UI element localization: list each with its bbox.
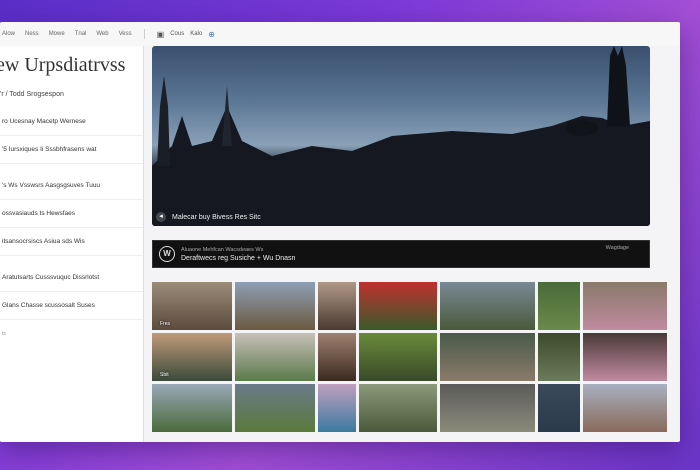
gallery-thumbnail[interactable]: [359, 282, 437, 330]
top-nav-bar: Alow Ness Mowe Tnal Web Vess ▣ Cous Kalo…: [0, 22, 680, 46]
banner-text: Aluaone Mehfcan Wacsdeaes Ws Deraftwecs …: [181, 247, 295, 262]
top-tools: ▣ Cous Kalo ⊕: [157, 30, 215, 39]
main-content: ◂ Malecar buy Bivess Res Sitc W Aluaone …: [152, 46, 667, 442]
gallery-thumbnail[interactable]: Sbit: [152, 333, 232, 381]
app-window: Alow Ness Mowe Tnal Web Vess ▣ Cous Kalo…: [0, 22, 680, 442]
sidebar-item-1[interactable]: ro Ucesnay Macetp Wernese: [0, 108, 143, 136]
back-arrow-icon[interactable]: ◂: [156, 212, 166, 222]
cube-icon[interactable]: ▣: [157, 30, 165, 39]
nav-link-1[interactable]: Alow: [2, 31, 15, 37]
gallery-thumbnail[interactable]: [583, 333, 667, 381]
gallery-thumbnail[interactable]: [235, 384, 315, 432]
nav-link-2[interactable]: Ness: [25, 31, 39, 37]
photo-gallery: Fres Sbit: [152, 282, 667, 432]
gallery-thumbnail[interactable]: Fres: [152, 282, 232, 330]
top-nav-links: Alow Ness Mowe Tnal Web Vess: [2, 31, 132, 37]
gallery-thumbnail[interactable]: [235, 282, 315, 330]
nav-link-4[interactable]: Tnal: [75, 31, 87, 37]
nav-link-5[interactable]: Web: [96, 31, 108, 37]
sidebar-menu: ro Ucesnay Macetp Wernese '5 Iursxiques …: [0, 108, 143, 348]
gallery-thumbnail[interactable]: [583, 384, 667, 432]
nav-link-3[interactable]: Mowe: [49, 31, 65, 37]
info-banner[interactable]: W Aluaone Mehfcan Wacsdeaes Ws Deraftwec…: [152, 240, 650, 268]
hero-caption: ◂ Malecar buy Bivess Res Sitc: [156, 212, 261, 222]
gallery-thumbnail[interactable]: [538, 384, 580, 432]
gallery-thumbnail[interactable]: [359, 333, 437, 381]
wordpress-logo-icon: W: [159, 246, 175, 262]
banner-line-2: Deraftwecs reg Susiche + Wu Dnasn: [181, 254, 296, 262]
sidebar-item-7[interactable]: Glans Chasse scussosalt Suses: [0, 292, 143, 320]
gallery-thumbnail[interactable]: [440, 384, 535, 432]
gallery-thumbnail[interactable]: [538, 333, 580, 381]
hero-image[interactable]: ◂ Malecar buy Bivess Res Sitc: [152, 46, 650, 226]
gallery-thumbnail[interactable]: [152, 384, 232, 432]
gallery-thumbnail[interactable]: [583, 282, 667, 330]
gallery-thumbnail[interactable]: [318, 333, 356, 381]
sidebar-item-2[interactable]: '5 Iursxiques Ii Sssbhfrasens wat: [0, 136, 143, 164]
nav-divider: [143, 29, 145, 39]
sidebar-item-6[interactable]: Aratutsarts Cusssvuquc Dissrlotst: [0, 264, 143, 292]
gallery-thumbnail[interactable]: [440, 282, 535, 330]
sidebar-item-5[interactable]: itsansocrsiscs Asiua sds Wis: [0, 228, 143, 256]
banner-right-label: Wagdage: [605, 245, 629, 251]
sidebar-subtitle: 'r / Todd Srogsespon: [0, 91, 64, 98]
banner-line-1: Aluaone Mehfcan Wacsdeaes Ws: [181, 246, 264, 253]
nav-link-6[interactable]: Vess: [119, 31, 132, 37]
gallery-thumbnail[interactable]: [440, 333, 535, 381]
sidebar-footer: ts: [2, 331, 6, 337]
sidebar-item-3[interactable]: 's Ws Vsswsrs Aasgsgsuves Tuuu: [0, 172, 143, 200]
gallery-thumbnail[interactable]: [318, 384, 356, 432]
globe-icon[interactable]: ⊕: [208, 30, 215, 39]
gallery-thumbnail[interactable]: [538, 282, 580, 330]
gallery-thumbnail[interactable]: [318, 282, 356, 330]
tool-link-2[interactable]: Kalo: [190, 31, 202, 37]
thumbnail-caption: Fres: [160, 321, 170, 327]
gallery-thumbnail[interactable]: [235, 333, 315, 381]
hero-caption-text: Malecar buy Bivess Res Sitc: [172, 213, 261, 221]
tool-link-1[interactable]: Cous: [170, 31, 184, 37]
sidebar-item-4[interactable]: ossvasiauds ts Hewsfaes: [0, 200, 143, 228]
sidebar: ew Urpsdiatrvss 'r / Todd Srogsespon ro …: [0, 46, 144, 442]
gallery-thumbnail[interactable]: [359, 384, 437, 432]
landscape-silhouette: [152, 46, 650, 226]
sidebar-title: ew Urpsdiatrvss: [0, 54, 126, 76]
thumbnail-caption: Sbit: [160, 372, 169, 378]
